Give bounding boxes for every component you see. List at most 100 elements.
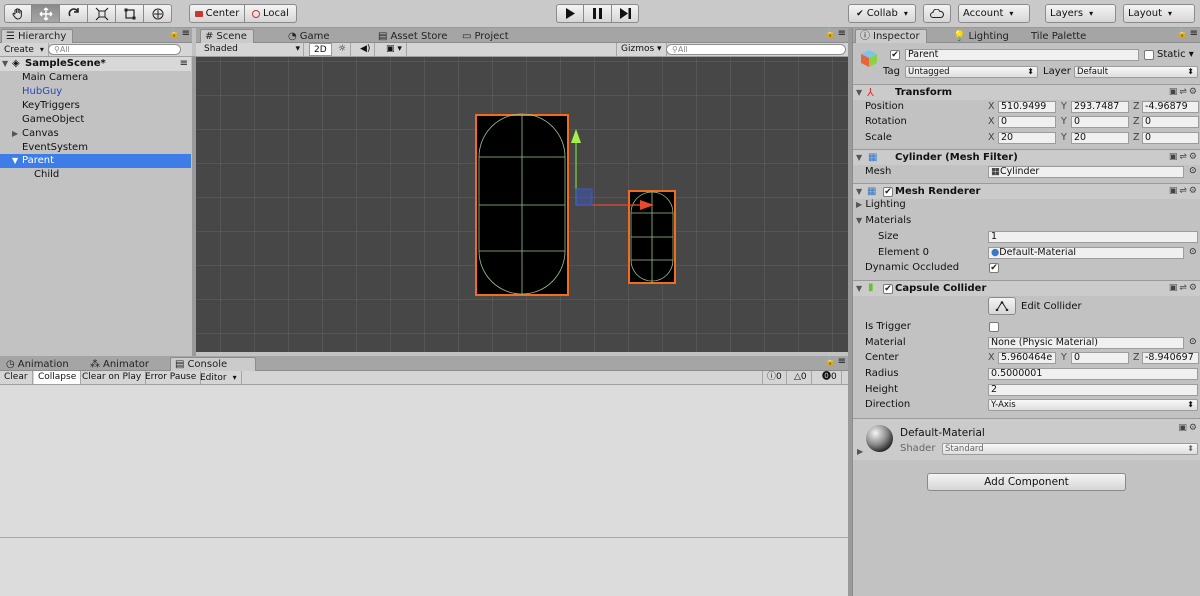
error-count-toggle[interactable]: ⓿0 (818, 371, 842, 384)
materials-size-field[interactable]: 1 (988, 231, 1198, 243)
transform-header[interactable]: ▼ ⅄ Transform ▣⇌⚙ (853, 84, 1200, 100)
menu-icon[interactable]: ≡ (182, 28, 190, 39)
fold-triangle-icon[interactable]: ▼ (856, 187, 862, 196)
tab-lighting[interactable]: 💡 Lighting (949, 29, 1015, 43)
component-header-icons[interactable]: ▣⇌⚙ (1169, 152, 1199, 162)
lighting-foldout[interactable]: ▶ Lighting (856, 199, 906, 211)
tab-project[interactable]: ▭ Project (458, 29, 515, 43)
scale-y-field[interactable]: 20 (1071, 132, 1129, 144)
center-z-field[interactable]: -8.940697 (1142, 352, 1199, 364)
tab-animation[interactable]: ◷ Animation (2, 357, 75, 371)
tab-scene[interactable]: # Scene (200, 29, 254, 43)
transform-tool-button[interactable] (144, 4, 172, 23)
editor-dropdown[interactable]: Editor (196, 371, 242, 384)
material-preview-sphere[interactable] (866, 425, 893, 452)
move-tool-button[interactable] (32, 4, 60, 23)
shader-dropdown[interactable]: Standard (942, 443, 1198, 455)
parent-capsule[interactable] (475, 113, 569, 296)
collab-button[interactable]: ✔ Collab (848, 4, 916, 23)
scene-lock-icon[interactable]: 🔒 (825, 29, 836, 39)
position-z-field[interactable]: -4.96879 (1142, 101, 1199, 113)
scene-viewport[interactable] (196, 57, 848, 352)
expanded-triangle-icon[interactable]: ▼ (12, 154, 18, 168)
pause-button[interactable] (584, 4, 612, 23)
rotation-z-field[interactable]: 0 (1142, 116, 1199, 128)
rect-tool-button[interactable] (116, 4, 144, 23)
cloud-button[interactable] (923, 4, 951, 23)
mesh-filter-header[interactable]: ▼ ▦ Cylinder (Mesh Filter) ▣⇌⚙ (853, 149, 1200, 165)
error-pause-toggle[interactable]: Error Pause (141, 371, 202, 384)
hierarchy-search-input[interactable]: ⚲All (48, 44, 181, 55)
hierarchy-item-hubguy[interactable]: HubGuy (0, 85, 191, 99)
tab-console[interactable]: ▤ Console (170, 357, 256, 371)
tab-hierarchy[interactable]: ☰ Hierarchy (1, 29, 74, 43)
scale-tool-button[interactable] (88, 4, 116, 23)
scene-audio-toggle[interactable]: ◀) (356, 43, 376, 56)
hierarchy-item-child[interactable]: Child (0, 168, 191, 182)
tab-animator[interactable]: ⁂ Animator (86, 357, 155, 371)
materials-foldout[interactable]: ▼ Materials (856, 215, 911, 227)
add-component-button[interactable]: Add Component (927, 473, 1126, 491)
object-picker-icon[interactable]: ⊙ (1189, 247, 1197, 257)
mode-2d-toggle[interactable]: 2D (309, 43, 332, 56)
pivot-center-toggle[interactable]: Center (189, 4, 245, 23)
rotation-y-field[interactable]: 0 (1071, 116, 1129, 128)
direction-dropdown[interactable]: Y-Axis (988, 399, 1198, 411)
hierarchy-item-eventsystem[interactable]: EventSystem (0, 141, 191, 155)
rotation-x-field[interactable]: 0 (998, 116, 1056, 128)
fold-triangle-icon[interactable]: ▼ (856, 284, 862, 293)
account-dropdown[interactable]: Account (958, 4, 1030, 23)
component-header-icons[interactable]: ▣⇌⚙ (1169, 283, 1199, 293)
object-name-field[interactable]: Parent (905, 49, 1139, 61)
component-header-icons[interactable]: ▣⚙ (1178, 423, 1199, 433)
layers-dropdown[interactable]: Layers (1045, 4, 1116, 23)
scene-lighting-toggle[interactable]: ☼ (334, 43, 352, 56)
mesh-renderer-enabled-checkbox[interactable]: ✔ (883, 187, 893, 197)
layout-dropdown[interactable]: Layout (1123, 4, 1195, 23)
gizmos-dropdown[interactable]: Gizmos ▾ (616, 43, 667, 56)
console-menu-icon[interactable]: ≡ (838, 356, 846, 367)
clear-button[interactable]: Clear (0, 371, 33, 384)
capsule-collider-enabled-checkbox[interactable]: ✔ (883, 284, 893, 294)
scene-menu-icon[interactable]: ≡ (838, 28, 846, 39)
position-y-field[interactable]: 293.7487 (1071, 101, 1129, 113)
hierarchy-item-main-camera[interactable]: Main Camera (0, 71, 191, 85)
warning-count-toggle[interactable]: △0 (790, 371, 812, 384)
center-y-field[interactable]: 0 (1071, 352, 1129, 364)
info-count-toggle[interactable]: ⓘ0 (762, 371, 787, 384)
console-detail-divider[interactable] (0, 537, 848, 538)
hierarchy-item-keytriggers[interactable]: KeyTriggers (0, 99, 191, 113)
scale-z-field[interactable]: 0 (1142, 132, 1199, 144)
scene-menu-icon[interactable]: ≡ (180, 57, 188, 71)
collapsed-triangle-icon[interactable]: ▶ (857, 447, 863, 456)
active-checkbox[interactable]: ✔ (890, 50, 900, 60)
shading-mode-dropdown[interactable]: Shaded ▾ (200, 43, 304, 56)
component-header-icons[interactable]: ▣⇌⚙ (1169, 87, 1199, 97)
capsule-collider-header[interactable]: ▼ ▮ ✔ Capsule Collider ▣⇌⚙ (853, 280, 1200, 296)
collapsed-triangle-icon[interactable]: ▶ (12, 127, 18, 141)
mesh-object-field[interactable]: ▦Cylinder (988, 166, 1184, 178)
object-picker-icon[interactable]: ⊙ (1189, 166, 1197, 176)
expand-triangle-icon[interactable]: ▼ (2, 57, 8, 71)
scene-search-input[interactable]: ⚲All (666, 44, 846, 55)
component-header-icons[interactable]: ▣⇌⚙ (1169, 186, 1199, 196)
rotate-tool-button[interactable] (60, 4, 88, 23)
tag-dropdown[interactable]: Untagged (905, 66, 1038, 78)
scene-effects-dropdown[interactable]: ▣ ▾ (382, 43, 407, 56)
tab-asset-store[interactable]: ▤ Asset Store (374, 29, 453, 43)
object-picker-icon[interactable]: ⊙ (1189, 337, 1197, 347)
lock-icon[interactable]: 🔒 (169, 29, 180, 39)
edit-collider-button[interactable] (988, 297, 1016, 315)
static-checkbox[interactable] (1144, 50, 1154, 60)
hierarchy-item-canvas[interactable]: ▶ Canvas (0, 127, 191, 141)
layer-dropdown[interactable]: Default (1074, 66, 1198, 78)
position-x-field[interactable]: 510.9499 (998, 101, 1056, 113)
element0-material-field[interactable]: ●Default-Material (988, 247, 1184, 259)
height-field[interactable]: 2 (988, 384, 1198, 396)
physic-material-field[interactable]: None (Physic Material) (988, 337, 1184, 349)
center-x-field[interactable]: 5.960464e (998, 352, 1056, 364)
collapse-toggle[interactable]: Collapse (34, 371, 82, 384)
scene-root-row[interactable]: ▼ ◈ SampleScene* ≡ (0, 57, 191, 71)
scale-x-field[interactable]: 20 (998, 132, 1056, 144)
hierarchy-item-gameobject[interactable]: GameObject (0, 113, 191, 127)
